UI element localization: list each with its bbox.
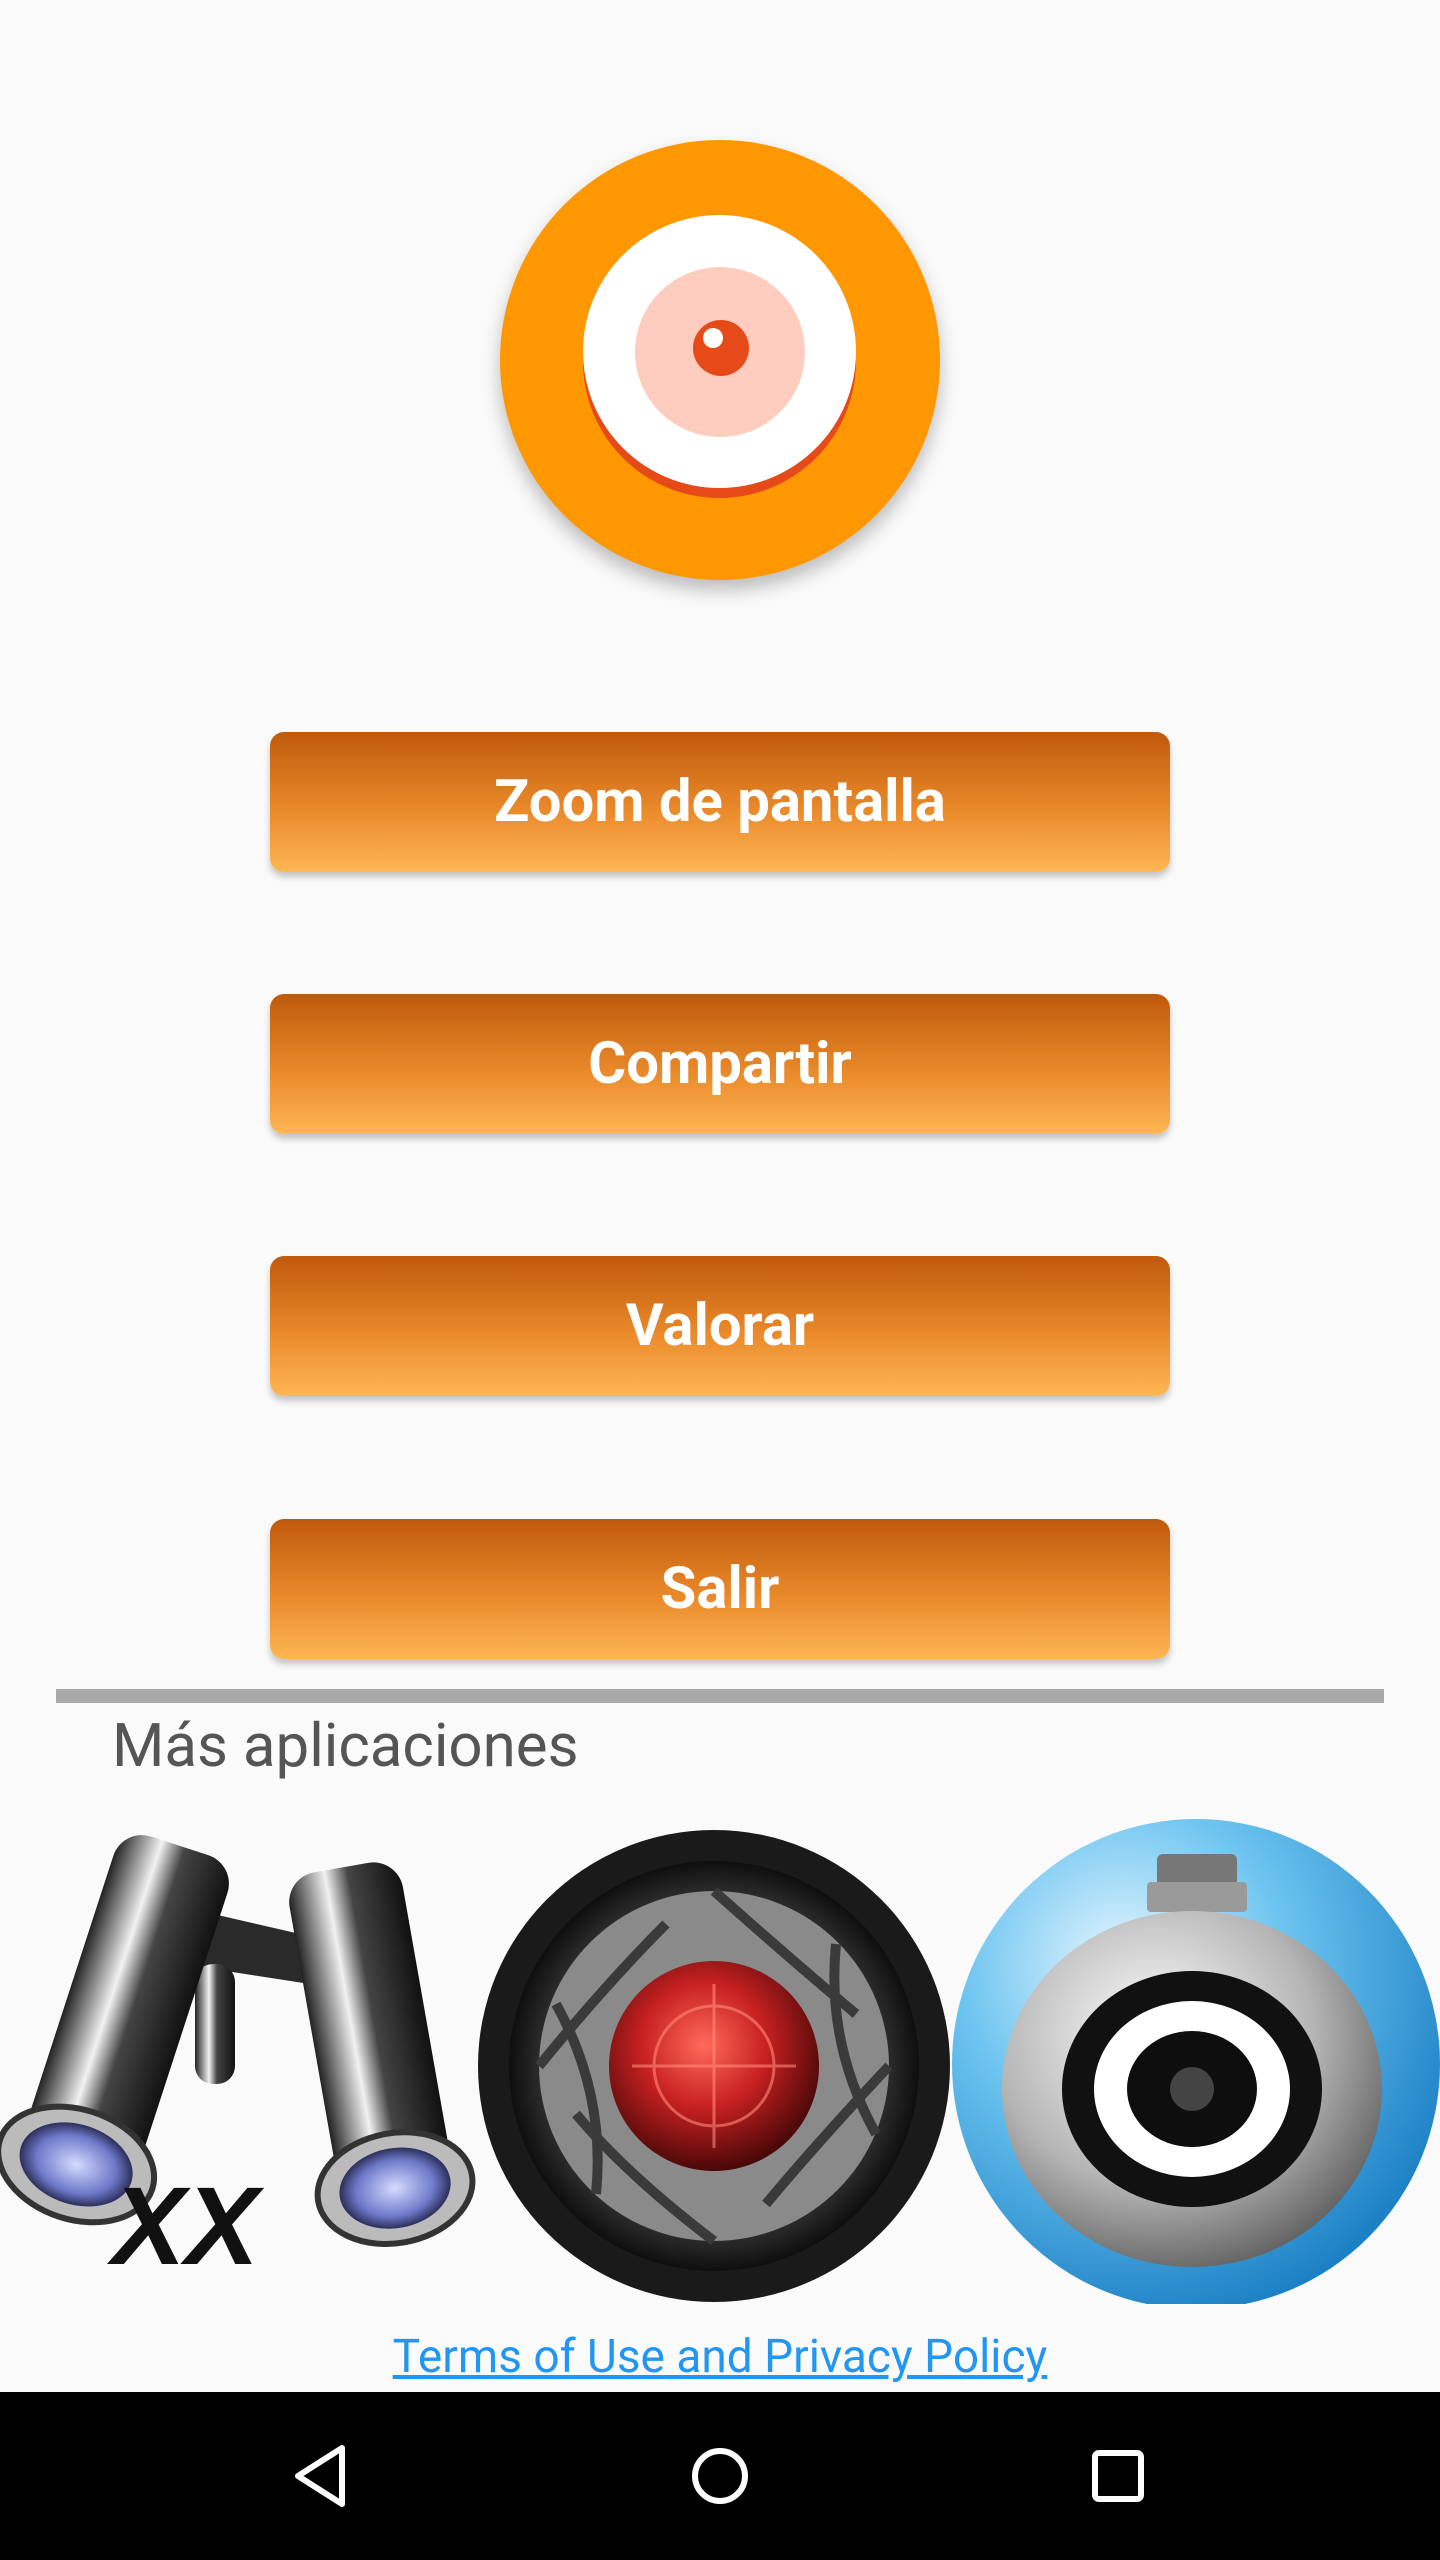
more-apps-title: Más aplicaciones bbox=[112, 1710, 579, 1781]
app-tile-camera-lens[interactable] bbox=[476, 1814, 952, 2304]
navigation-bar bbox=[0, 2392, 1440, 2560]
zoom-screen-button[interactable]: Zoom de pantalla bbox=[270, 732, 1170, 872]
home-icon[interactable] bbox=[670, 2426, 770, 2526]
section-divider bbox=[56, 1689, 1384, 1703]
eye-glint bbox=[703, 328, 723, 348]
eye-pupil bbox=[693, 320, 749, 376]
terms-privacy-link[interactable]: Terms of Use and Privacy Policy bbox=[0, 2330, 1440, 2384]
app-tile-webcam[interactable] bbox=[952, 1814, 1440, 2304]
app-tile-binoculars[interactable]: XX bbox=[0, 1814, 476, 2304]
binoculars-caption: XX bbox=[106, 2165, 264, 2288]
app-logo bbox=[500, 140, 940, 580]
eye-icon bbox=[583, 215, 856, 488]
webcam-icon bbox=[952, 1819, 1440, 2304]
camera-lens-icon bbox=[478, 1830, 950, 2302]
back-icon[interactable] bbox=[270, 2426, 370, 2526]
recents-icon[interactable] bbox=[1068, 2426, 1168, 2526]
share-button[interactable]: Compartir bbox=[270, 994, 1170, 1134]
exit-button[interactable]: Salir bbox=[270, 1519, 1170, 1659]
rate-button[interactable]: Valorar bbox=[270, 1256, 1170, 1396]
eye-iris bbox=[635, 267, 805, 437]
binoculars-icon: XX bbox=[0, 1835, 476, 2288]
